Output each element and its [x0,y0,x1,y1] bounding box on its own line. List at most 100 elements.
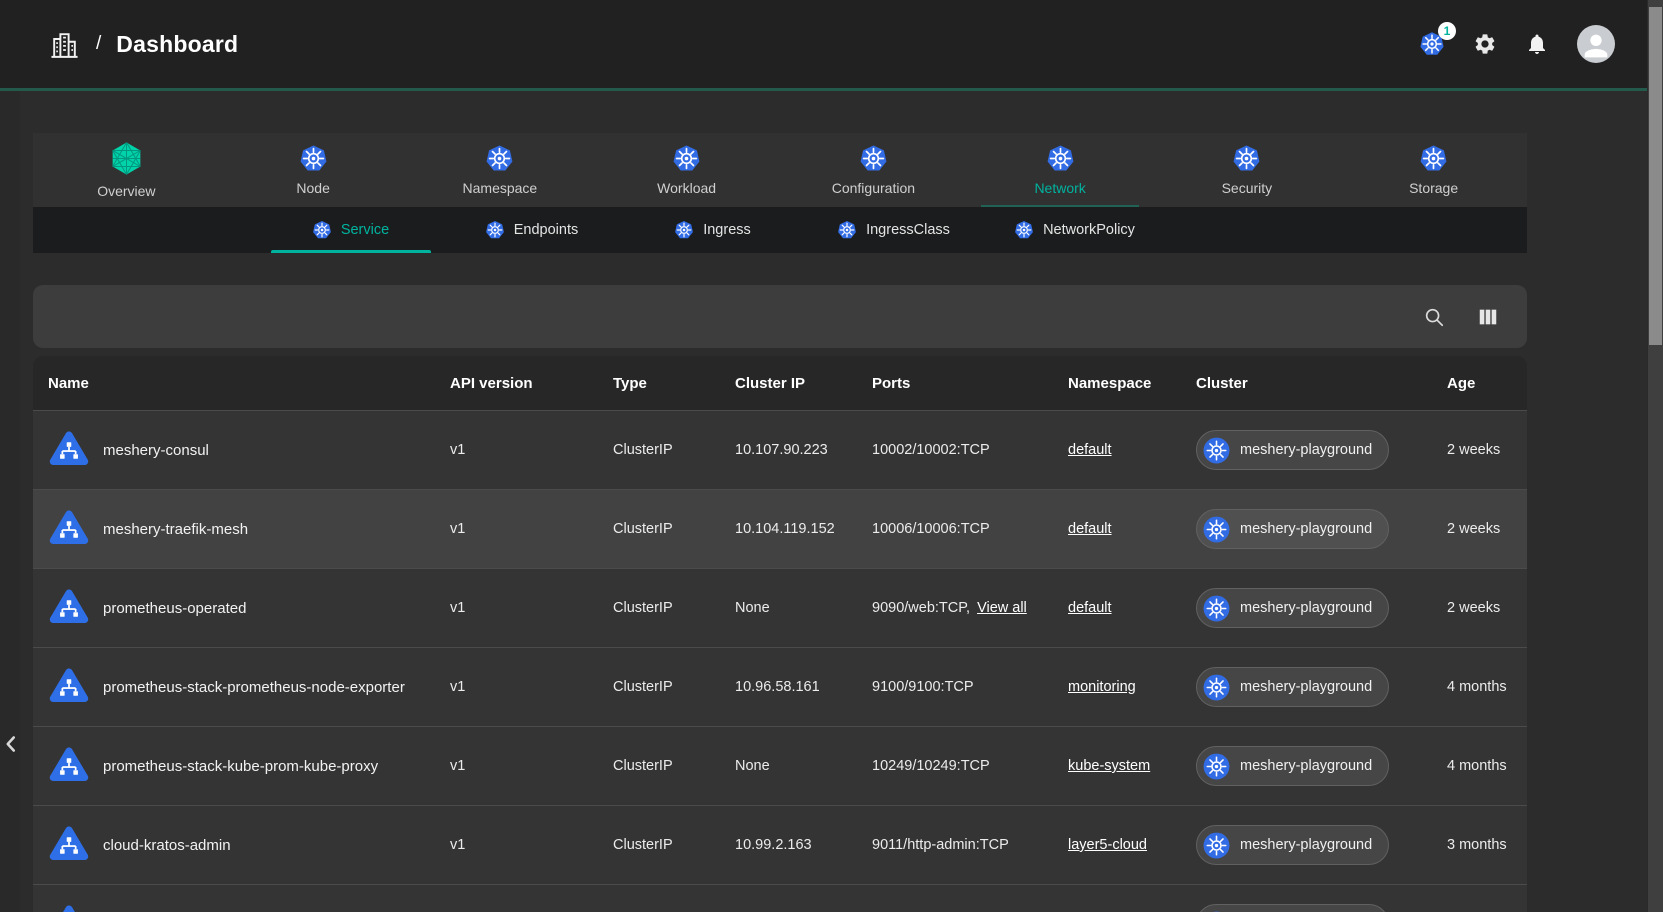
tab-storage[interactable]: Storage [1340,133,1527,207]
namespace-link[interactable]: layer5-cloud [1068,837,1147,853]
tab-node[interactable]: Node [220,133,407,207]
subtab-label: NetworkPolicy [1043,222,1135,238]
table-row[interactable]: prometheus-stack-kube-prom-kube-proxy v1… [33,726,1527,805]
name-cell: prometheus-operated [33,587,434,629]
tab-network[interactable]: Network [967,133,1154,207]
namespace-link[interactable]: default [1068,442,1112,458]
tab-configuration[interactable]: Configuration [780,133,967,207]
subtab-underline [271,250,431,253]
subtab-networkpolicy[interactable]: NetworkPolicy [984,207,1165,253]
scrollbar-thumb[interactable] [1649,7,1662,345]
service-icon [48,824,90,866]
cluster-chip[interactable]: meshery-playground [1196,825,1389,865]
kubernetes-icon [1203,595,1230,622]
tab-label: Workload [657,180,716,196]
api-version: v1 [434,521,597,537]
kubernetes-icon [312,220,332,240]
column-header[interactable]: Type [597,375,719,392]
cluster-chip[interactable]: meshery-playground [1196,430,1389,470]
table-row[interactable]: prometheus-operated v1 ClusterIP None 90… [33,568,1527,647]
age-value: 3 months [1431,837,1527,853]
kubernetes-icon [1046,144,1075,173]
column-header[interactable]: API version [434,375,597,392]
ports-cell: 9100/9100:TCP [856,679,1052,695]
subtab-ingress[interactable]: Ingress [622,207,803,253]
tab-namespace[interactable]: Namespace [407,133,594,207]
age-value: 2 weeks [1431,442,1527,458]
search-icon[interactable] [1423,306,1445,328]
subtab-label: Endpoints [514,222,579,238]
ports-cell: 10006/10006:TCP [856,521,1052,537]
kubernetes-context-button[interactable]: 1 [1419,31,1445,57]
api-version: v1 [434,600,597,616]
cluster-ip: 10.107.90.223 [719,442,856,458]
breadcrumb-separator: / [96,33,101,55]
table-row[interactable]: meshery meshery-playground [33,884,1527,912]
tab-label: Node [296,180,329,196]
cluster-name: meshery-playground [1240,758,1372,774]
column-header[interactable]: Name [33,375,434,392]
subtab-label: Service [341,222,389,238]
chevron-left-icon[interactable] [0,731,24,757]
ports-value: 10002/10002:TCP [872,442,990,458]
view-all-link[interactable]: View all [977,600,1027,616]
cluster-chip[interactable]: meshery-playground [1196,588,1389,628]
kubernetes-icon [674,220,694,240]
cluster-name: meshery-playground [1240,521,1372,537]
avatar[interactable] [1577,25,1615,63]
column-header[interactable]: Cluster IP [719,375,856,392]
tab-security[interactable]: Security [1154,133,1341,207]
tab-label: Security [1222,180,1273,196]
service-type: ClusterIP [597,600,719,616]
namespace-link[interactable]: default [1068,521,1112,537]
settings-button[interactable] [1473,32,1497,56]
column-header[interactable]: Namespace [1052,375,1180,392]
organization-icon[interactable] [48,28,81,61]
namespace-link[interactable]: monitoring [1068,679,1136,695]
name-cell: cloud-kratos-admin [33,824,434,866]
namespace-cell: default [1052,521,1180,537]
cluster-ip: 10.99.2.163 [719,837,856,853]
namespace-cell: monitoring [1052,679,1180,695]
age-value: 4 months [1431,679,1527,695]
page-title: Dashboard [116,31,238,58]
cluster-chip[interactable]: meshery-playground [1196,746,1389,786]
cluster-cell: meshery-playground [1180,904,1431,912]
vertical-scrollbar[interactable] [1647,0,1663,912]
kubernetes-icon [1203,516,1230,543]
subtab-ingressclass[interactable]: IngressClass [803,207,984,253]
namespace-link[interactable]: kube-system [1068,758,1150,774]
cluster-cell: meshery-playground [1180,746,1431,786]
cluster-chip[interactable]: meshery-playground [1196,667,1389,707]
table-row[interactable]: meshery-traefik-mesh v1 ClusterIP 10.104… [33,489,1527,568]
column-header[interactable]: Age [1431,375,1527,392]
view-columns-icon[interactable] [1477,306,1499,328]
table-row[interactable]: cloud-kratos-admin v1 ClusterIP 10.99.2.… [33,805,1527,884]
table-row[interactable]: meshery-consul v1 ClusterIP 10.107.90.22… [33,410,1527,489]
table-row[interactable]: prometheus-stack-prometheus-node-exporte… [33,647,1527,726]
kubernetes-icon [672,144,701,173]
kubernetes-icon [859,144,888,173]
cluster-name: meshery-playground [1240,837,1372,853]
namespace-link[interactable]: default [1068,600,1112,616]
namespace-cell: default [1052,442,1180,458]
collapsed-sidebar-rail [0,91,20,912]
cluster-chip[interactable]: meshery-playground [1196,509,1389,549]
notifications-button[interactable] [1525,32,1549,56]
cluster-chip[interactable]: meshery-playground [1196,904,1389,912]
name-cell [33,903,434,912]
tab-workload[interactable]: Workload [593,133,780,207]
services-table: NameAPI versionTypeCluster IPPortsNamesp… [33,356,1527,912]
age-value: 2 weeks [1431,521,1527,537]
subtab-endpoints[interactable]: Endpoints [441,207,622,253]
service-type: ClusterIP [597,837,719,853]
subtab-service[interactable]: Service [260,207,441,253]
api-version: v1 [434,758,597,774]
cluster-cell: meshery-playground [1180,509,1431,549]
service-name: prometheus-stack-kube-prom-kube-proxy [103,758,378,775]
api-version: v1 [434,679,597,695]
column-header[interactable]: Ports [856,375,1052,392]
tab-overview[interactable]: Overview [33,133,220,207]
header-accent-divider [0,88,1647,91]
column-header[interactable]: Cluster [1180,375,1431,392]
